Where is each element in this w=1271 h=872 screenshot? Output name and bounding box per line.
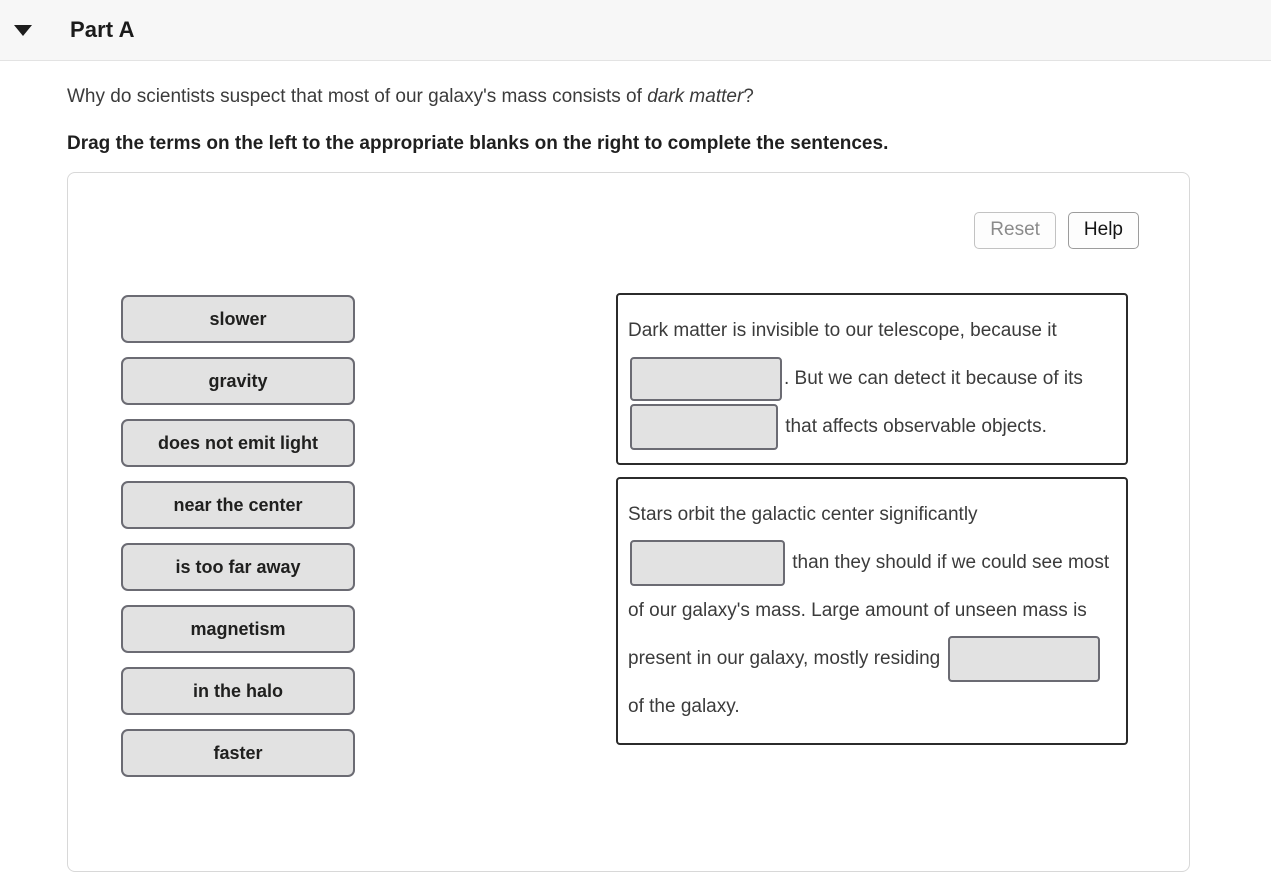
draggable-term[interactable]: near the center	[121, 481, 355, 529]
drop-blank-2[interactable]	[630, 403, 778, 450]
reset-button[interactable]: Reset	[974, 212, 1056, 249]
drop-blank-1[interactable]	[630, 356, 782, 401]
sentence-2-text-part3: of the galaxy.	[628, 696, 740, 717]
collapse-toggle[interactable]	[0, 24, 46, 36]
page-title: Part A	[70, 17, 135, 42]
sentence-box-1: Dark matter is invisible to our telescop…	[616, 293, 1128, 465]
sentence-2-text-part1: Stars orbit the galactic center signific…	[628, 504, 978, 525]
activity-panel: Reset Help slower gravity does not emit …	[67, 172, 1190, 872]
sentence-1-text-part1: Dark matter is invisible to our telescop…	[628, 320, 1057, 341]
sentence-area: Dark matter is invisible to our telescop…	[616, 293, 1128, 745]
question-area: Why do scientists suspect that most of o…	[0, 85, 1271, 156]
part-header: Part A	[0, 0, 1271, 61]
question-prompt-part2: ?	[743, 86, 754, 107]
drop-blank-4[interactable]	[947, 635, 1100, 682]
draggable-term[interactable]: in the halo	[121, 667, 355, 715]
sentence-1-text-part3: that affects observable objects.	[785, 416, 1047, 437]
draggable-term[interactable]: is too far away	[121, 543, 355, 591]
draggable-term[interactable]: does not emit light	[121, 419, 355, 467]
sentence-1-text-part2: . But we can detect it because of its	[784, 368, 1083, 389]
panel-toolbar: Reset Help	[974, 212, 1139, 249]
draggable-term[interactable]: magnetism	[121, 605, 355, 653]
sentence-box-2: Stars orbit the galactic center signific…	[616, 477, 1128, 745]
draggable-term[interactable]: faster	[121, 729, 355, 777]
question-prompt-italic: dark matter	[647, 86, 744, 107]
drop-blank-3[interactable]	[630, 539, 785, 586]
help-button[interactable]: Help	[1067, 212, 1139, 249]
term-bank: slower gravity does not emit light near …	[121, 295, 355, 777]
drag-instruction: Drag the terms on the left to the approp…	[67, 132, 889, 154]
question-prompt-part1: Why do scientists suspect that most of o…	[67, 86, 648, 107]
draggable-term[interactable]: slower	[121, 295, 355, 343]
question-prompt: Why do scientists suspect that most of o…	[67, 85, 1271, 110]
draggable-term[interactable]: gravity	[121, 357, 355, 405]
chevron-down-icon	[14, 24, 32, 36]
